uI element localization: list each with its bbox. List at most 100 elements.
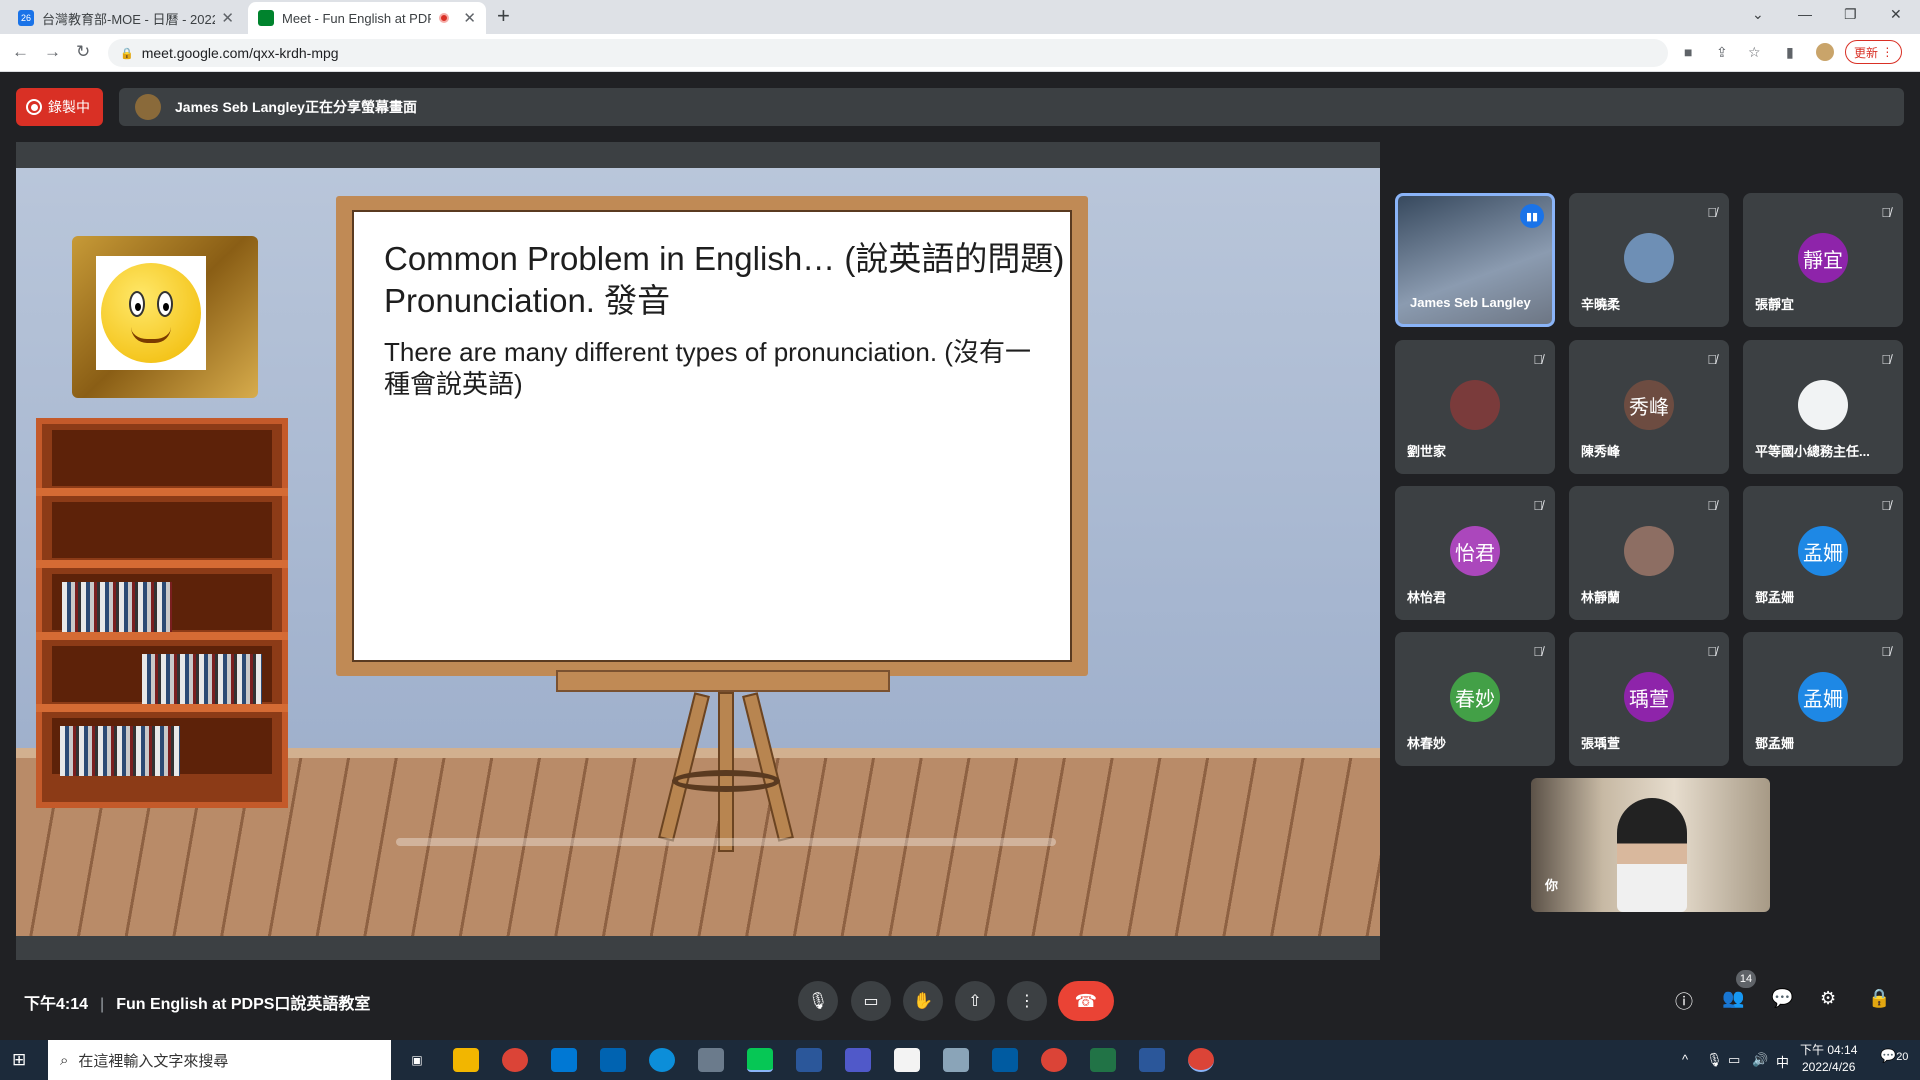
browser-toolbar: ← → ↻ 🔒 meet.google.com/qxx-krdh-mpg ■ ⇪…	[0, 34, 1920, 72]
mic-off-icon: 🎙̸	[1881, 205, 1891, 220]
side-panel-icon[interactable]: ▮	[1786, 44, 1794, 61]
chrome-icon[interactable]	[1041, 1048, 1067, 1072]
volume-icon[interactable]: 🔊	[1752, 1052, 1768, 1068]
participant-tile[interactable]: 🎙̸ 劉世家	[1395, 340, 1555, 474]
participant-name: 林春妙	[1407, 736, 1447, 751]
self-view-tile[interactable]: 你	[1531, 778, 1770, 912]
avatar: 孟姍	[1798, 672, 1848, 722]
mic-off-icon: 🎙̸	[1707, 498, 1717, 513]
participant-tile[interactable]: 🎙̸ 平等國小總務主任...	[1743, 340, 1903, 474]
more-options-button[interactable]: ⋮	[1007, 981, 1047, 1021]
lock-icon: 🔒	[120, 47, 134, 60]
camera-permission-icon[interactable]: ■	[1684, 44, 1692, 60]
participant-tile[interactable]: 🎙̸ 怡君 林怡君	[1395, 486, 1555, 620]
profile-avatar[interactable]	[1816, 43, 1834, 61]
chrome-icon[interactable]	[502, 1048, 528, 1072]
reload-icon[interactable]: ↻	[76, 42, 90, 62]
raise-hand-button[interactable]: ✋	[903, 981, 943, 1021]
network-icon[interactable]: ▭	[1728, 1052, 1740, 1068]
host-controls-icon[interactable]: 🔒	[1868, 988, 1890, 1009]
close-tab-icon[interactable]: ✕	[463, 9, 476, 27]
mic-off-icon: 🎙̸	[1707, 352, 1717, 367]
tab-search-icon[interactable]: ⌄	[1752, 6, 1764, 23]
calendar-favicon-icon: 26	[18, 10, 34, 26]
participant-tile[interactable]: ▮▮ James Seb Langley	[1395, 193, 1555, 327]
participant-tile[interactable]: 🎙̸ 辛曉柔	[1569, 193, 1729, 327]
url-text: meet.google.com/qxx-krdh-mpg	[141, 45, 339, 61]
easel-ledge	[556, 670, 890, 692]
bookmark-star-icon[interactable]: ☆	[1748, 44, 1761, 61]
mic-off-icon: 🎙̸	[1533, 644, 1543, 659]
app-icon[interactable]	[698, 1048, 724, 1072]
participant-tile[interactable]: 🎙̸ 秀峰 陳秀峰	[1569, 340, 1729, 474]
notepad-icon[interactable]	[894, 1048, 920, 1072]
tray-mic-icon[interactable]: 🎙	[1706, 1052, 1723, 1068]
participant-tile[interactable]: 🎙̸ 林靜蘭	[1569, 486, 1729, 620]
avatar: 瑀萱	[1624, 672, 1674, 722]
minimize-icon[interactable]: —	[1798, 6, 1812, 22]
task-view-icon[interactable]: ▣	[404, 1048, 430, 1072]
windows-start-icon[interactable]: ⊞	[12, 1050, 26, 1070]
update-button[interactable]: 更新 ⋮	[1845, 40, 1903, 64]
avatar: 春妙	[1450, 672, 1500, 722]
chat-icon[interactable]: 💬	[1771, 988, 1793, 1009]
line-icon[interactable]	[747, 1048, 773, 1072]
new-tab-button[interactable]: +	[497, 3, 510, 29]
file-explorer-icon[interactable]	[453, 1048, 479, 1072]
meeting-details-icon[interactable]: ⓘ	[1675, 988, 1693, 1014]
restore-icon[interactable]: ❐	[1844, 6, 1857, 23]
participant-name: 林怡君	[1407, 590, 1447, 605]
teams-icon[interactable]	[845, 1048, 871, 1072]
participant-tile[interactable]: 🎙̸ 瑀萱 張瑀萱	[1569, 632, 1729, 766]
close-window-icon[interactable]: ✕	[1890, 6, 1902, 23]
speaking-indicator-icon: ▮▮	[1520, 204, 1544, 228]
update-label: 更新	[1854, 45, 1879, 60]
participant-tile[interactable]: 🎙̸ 孟姍 鄧孟姍	[1743, 486, 1903, 620]
participant-tile[interactable]: 🎙̸ 孟姍 鄧孟姍	[1743, 632, 1903, 766]
forward-icon[interactable]: →	[44, 42, 61, 62]
participant-name: 林靜蘭	[1581, 590, 1621, 605]
close-tab-icon[interactable]: ✕	[221, 9, 234, 27]
store-icon[interactable]	[551, 1048, 577, 1072]
excel-icon[interactable]	[1090, 1048, 1116, 1072]
presenter-avatar	[135, 94, 161, 120]
mic-off-icon: 🎙̸	[1707, 644, 1717, 659]
app-icon[interactable]	[943, 1048, 969, 1072]
meeting-controls-bar: 下午4:14 | Fun English at PDPS口說英語教室 🎙 ▭ ✋ ⇧…	[0, 970, 1920, 1030]
participant-name: 平等國小總務主任...	[1755, 444, 1870, 459]
participant-tile[interactable]: 🎙̸ 靜宜 張靜宜	[1743, 193, 1903, 327]
people-icon[interactable]: 👥	[1722, 988, 1744, 1009]
address-bar[interactable]: 🔒 meet.google.com/qxx-krdh-mpg	[108, 39, 1668, 67]
camera-button[interactable]: ▭	[851, 981, 891, 1021]
participant-name: 陳秀峰	[1581, 444, 1621, 459]
taskbar-clock[interactable]: 下午 04:14 2022/4/26	[1800, 1042, 1857, 1076]
taskbar-search-input[interactable]: ⌕ 在這裡輸入文字來搜尋	[48, 1040, 391, 1080]
back-icon[interactable]: ←	[12, 42, 29, 62]
share-icon[interactable]: ⇪	[1716, 44, 1728, 61]
bookshelf-image	[36, 418, 288, 808]
avatar: 秀峰	[1624, 380, 1674, 430]
tab-meet[interactable]: Meet - Fun English at PDPS ✕	[248, 2, 486, 34]
chrome-active-icon[interactable]	[1188, 1048, 1214, 1072]
word-icon[interactable]	[1139, 1048, 1165, 1072]
participant-tile[interactable]: 🎙̸ 春妙 林春妙	[1395, 632, 1555, 766]
present-screen-button[interactable]: ⇧	[955, 981, 995, 1021]
smiley-face-image	[101, 263, 201, 363]
microphone-button[interactable]: 🎙	[798, 981, 838, 1021]
mic-off-icon: 🎙̸	[1533, 498, 1543, 513]
ime-indicator[interactable]: 中	[1776, 1052, 1789, 1071]
meet-favicon-icon	[258, 10, 274, 26]
edge-icon[interactable]	[649, 1048, 675, 1072]
participant-name: 鄧孟姍	[1755, 736, 1795, 751]
notification-center[interactable]: 💬20	[1880, 1048, 1908, 1064]
leave-call-button[interactable]: ☎	[1058, 981, 1114, 1021]
activities-icon[interactable]: ⚙	[1820, 988, 1836, 1009]
mail-icon[interactable]	[600, 1048, 626, 1072]
tab-calendar[interactable]: 26 台灣教育部-MOE - 日曆 - 2022年 ✕	[8, 2, 244, 34]
tray-expand-icon[interactable]: ^	[1682, 1052, 1688, 1067]
avatar: 靜宜	[1798, 233, 1848, 283]
recording-button[interactable]: 錄製中	[16, 88, 103, 126]
slide-scene: Common Problem in English… (說英語的問題) Pron…	[16, 168, 1380, 936]
app-icon[interactable]	[796, 1048, 822, 1072]
app-icon[interactable]	[992, 1048, 1018, 1072]
